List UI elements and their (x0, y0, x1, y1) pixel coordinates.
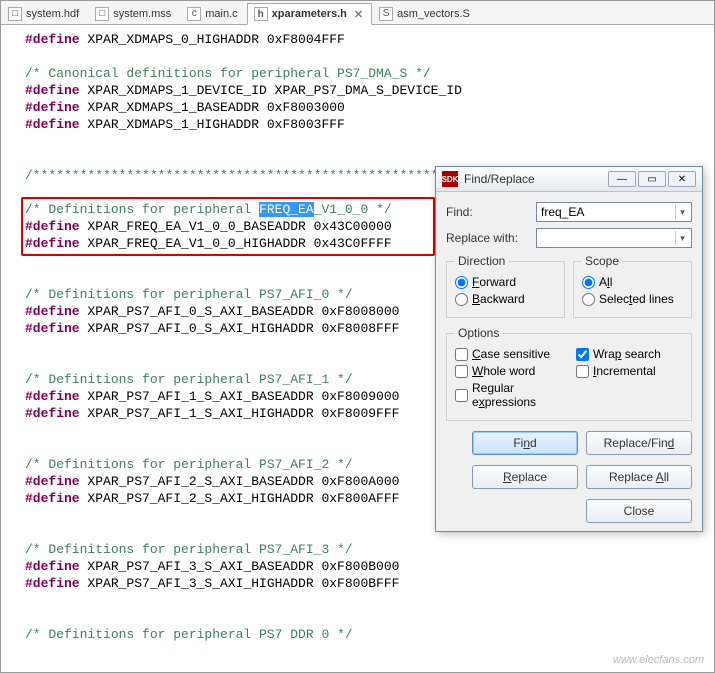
radio-backward[interactable]: Backward (455, 292, 556, 306)
chevron-down-icon[interactable]: ▾ (675, 231, 689, 245)
find-label: Find: (446, 205, 528, 219)
find-replace-dialog: SDK Find/Replace — ▭ ✕ Find: freq_EA ▾ R… (435, 166, 703, 532)
file-icon: □ (8, 7, 22, 21)
replace-input[interactable]: ▾ (536, 228, 692, 248)
radio-scope-selected[interactable]: Selected lines (582, 292, 683, 306)
replace-button[interactable]: Replace (472, 465, 578, 489)
tab-system-mss[interactable]: □ system.mss (88, 2, 180, 24)
find-input[interactable]: freq_EA ▾ (536, 202, 692, 222)
editor-tab-bar: □ system.hdf □ system.mss c main.c h xparameter… (1, 1, 714, 25)
options-group: Options Case sensitive Whole word Regula… (446, 326, 692, 421)
tab-main-c[interactable]: c main.c (180, 2, 246, 24)
check-wrap-search[interactable]: Wrap search (576, 347, 683, 361)
radio-scope-all[interactable]: All (582, 275, 683, 289)
tab-label: system.hdf (26, 8, 79, 20)
file-icon: S (379, 7, 393, 21)
file-icon: h (254, 7, 268, 21)
maximize-button[interactable]: ▭ (638, 171, 666, 187)
replace-find-button[interactable]: Replace/Find (586, 431, 692, 455)
dialog-titlebar[interactable]: SDK Find/Replace — ▭ ✕ (436, 167, 702, 192)
chevron-down-icon[interactable]: ▾ (675, 205, 689, 219)
find-button[interactable]: Find (472, 431, 578, 455)
tab-label: main.c (205, 8, 237, 20)
find-value: freq_EA (541, 205, 584, 219)
check-regex[interactable]: Regular expressions (455, 381, 562, 409)
tab-xparameters-h[interactable]: h xparameters.h ✕ (247, 3, 372, 25)
minimize-button[interactable]: — (608, 171, 636, 187)
replace-all-button[interactable]: Replace All (586, 465, 692, 489)
close-icon[interactable]: ✕ (354, 8, 363, 21)
direction-group: Direction Forward Backward (446, 254, 565, 318)
dialog-title: Find/Replace (464, 172, 602, 186)
tab-label: asm_vectors.S (397, 8, 470, 20)
scope-legend: Scope (582, 254, 622, 268)
check-incremental[interactable]: Incremental (576, 364, 683, 378)
close-window-button[interactable]: ✕ (668, 171, 696, 187)
radio-forward[interactable]: Forward (455, 275, 556, 289)
tab-asm_vectors-S[interactable]: Sasm_vectors.S (372, 2, 479, 24)
sdk-icon: SDK (442, 171, 458, 187)
close-button[interactable]: Close (586, 499, 692, 523)
file-icon: □ (95, 7, 109, 21)
check-case-sensitive[interactable]: Case sensitive (455, 347, 562, 361)
tab-label: xparameters.h (272, 8, 347, 20)
file-icon: c (187, 7, 201, 21)
tab-system-hdf[interactable]: □ system.hdf (1, 2, 88, 24)
check-whole-word[interactable]: Whole word (455, 364, 562, 378)
replace-label: Replace with: (446, 231, 528, 245)
scope-group: Scope All Selected lines (573, 254, 692, 318)
direction-legend: Direction (455, 254, 508, 268)
watermark: www.elecfans.com (613, 654, 704, 666)
options-legend: Options (455, 326, 502, 340)
tab-label: system.mss (113, 8, 171, 20)
